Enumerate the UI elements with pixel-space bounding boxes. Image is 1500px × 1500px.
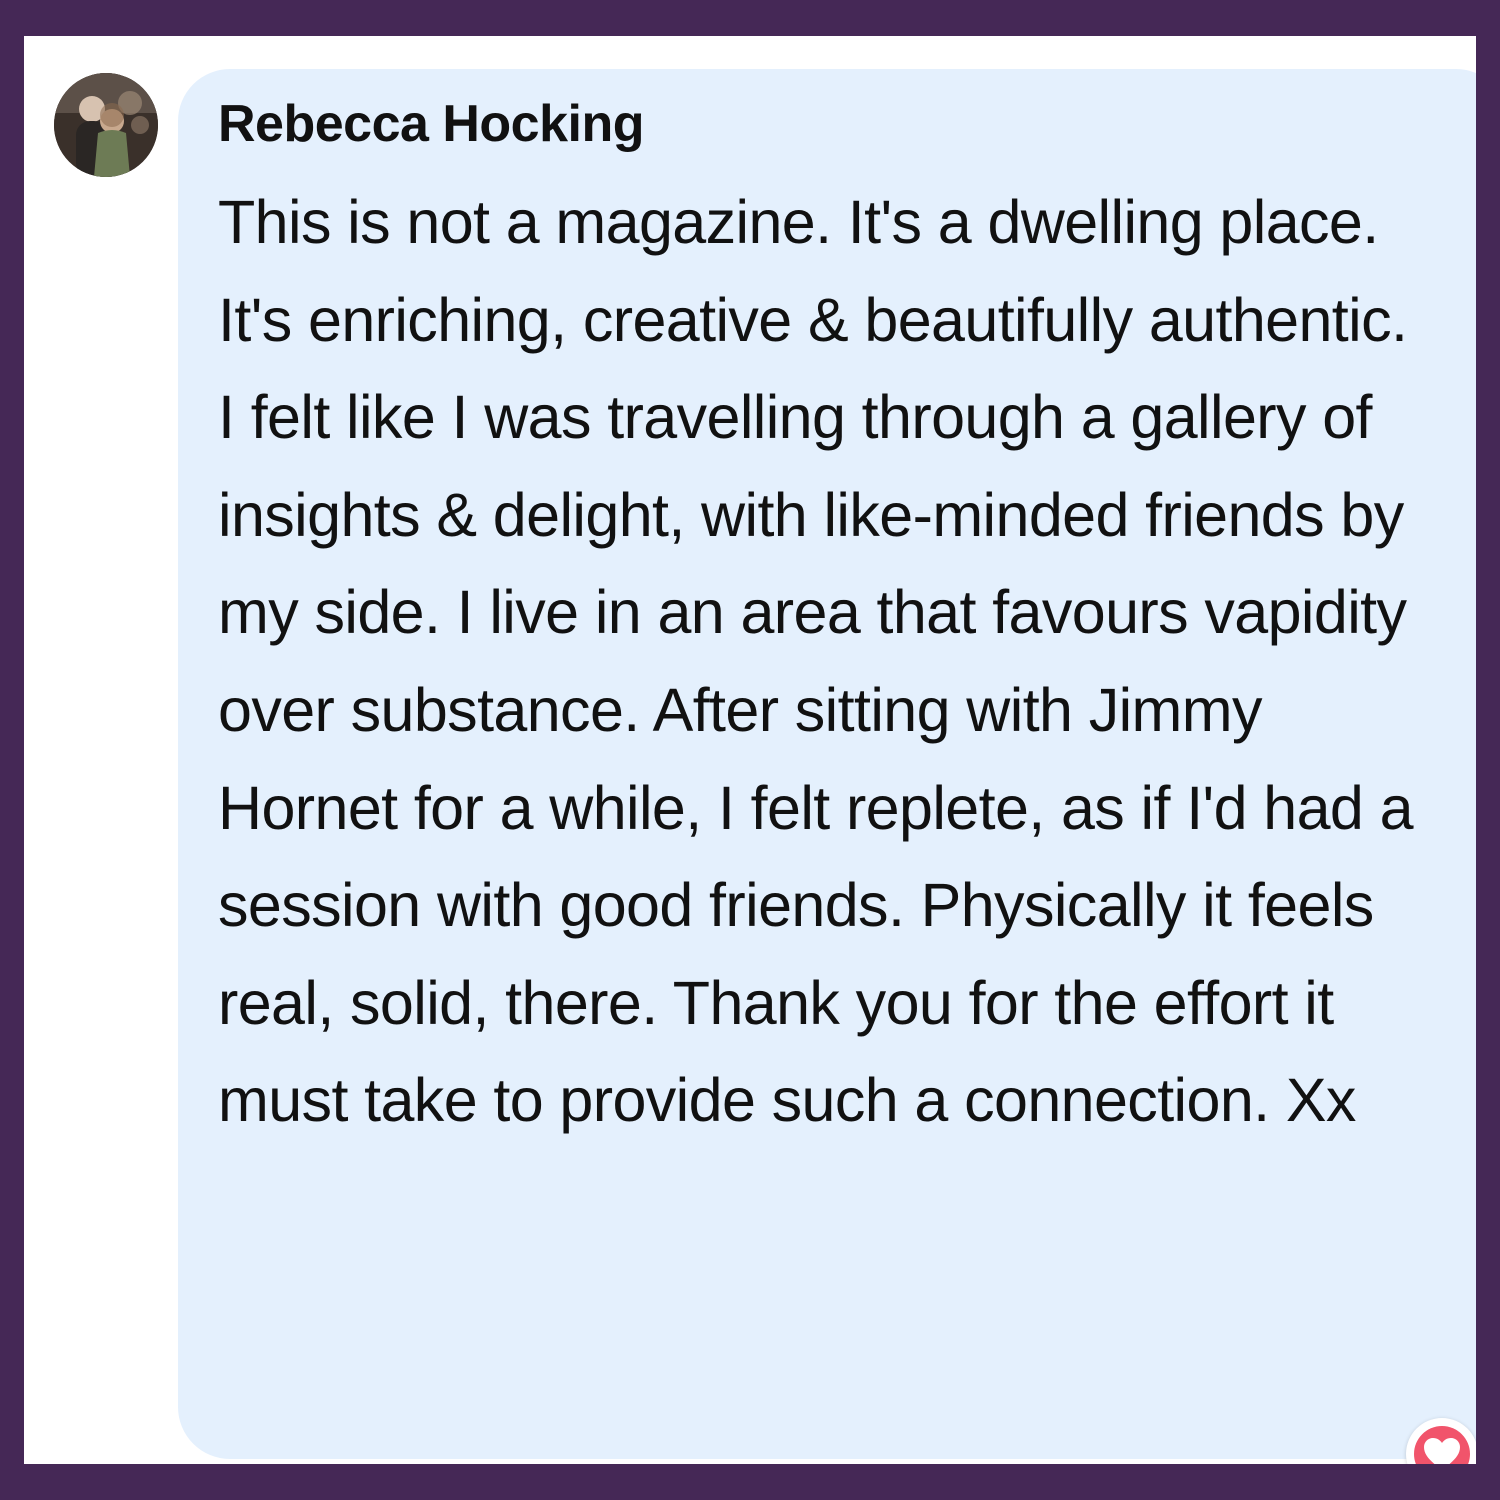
avatar-photo — [54, 73, 158, 177]
author-avatar[interactable] — [54, 73, 158, 177]
heart-icon — [1424, 1438, 1460, 1464]
comment-text: This is not a magazine. It's a dwelling … — [218, 188, 1414, 1135]
comment-author-name[interactable]: Rebecca Hocking — [218, 94, 645, 154]
comment-frame: Rebecca Hocking This is not a magazine. … — [24, 36, 1476, 1464]
